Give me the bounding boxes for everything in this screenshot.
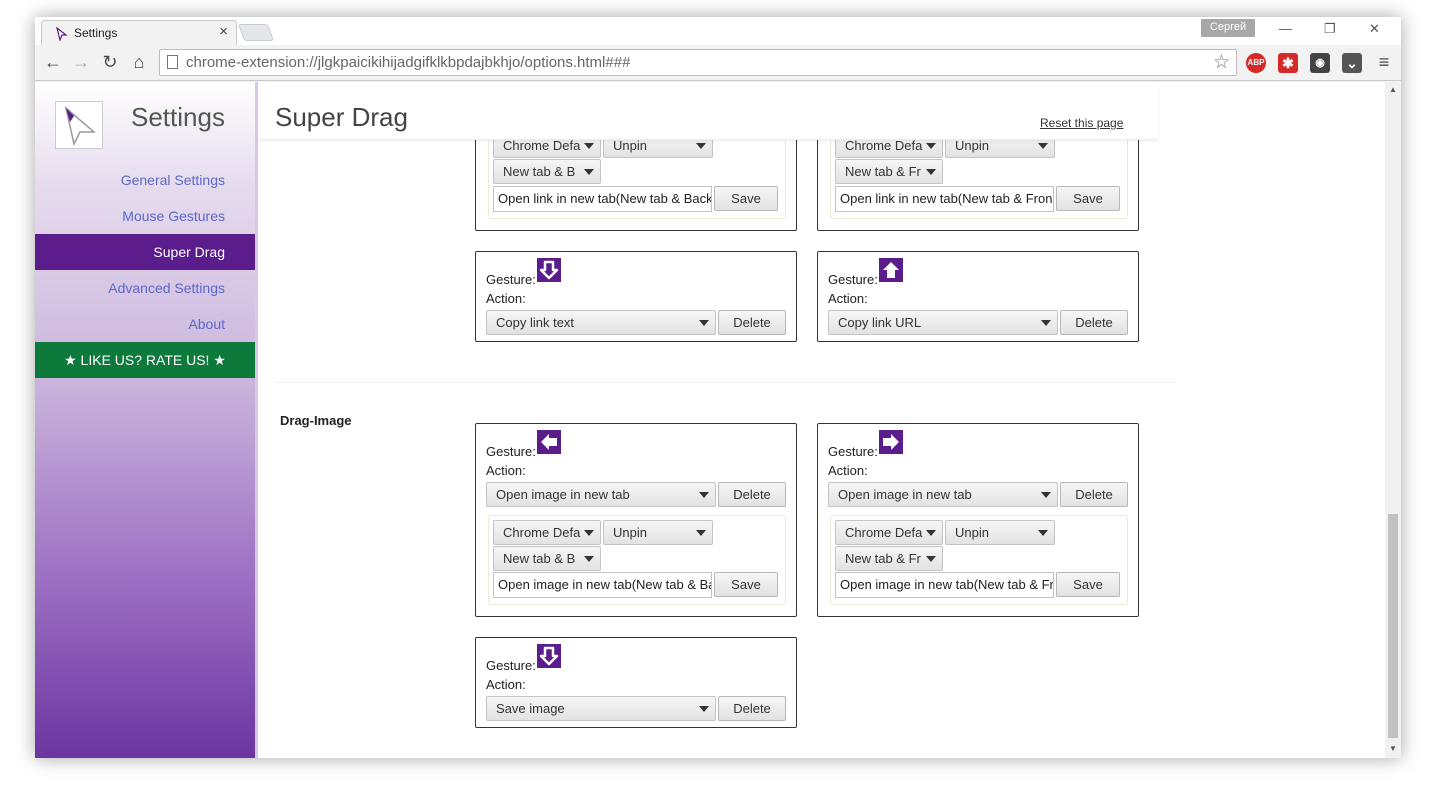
action-select[interactable]: Open image in new tab xyxy=(486,482,716,507)
arrow-right-icon xyxy=(879,430,903,454)
action-select[interactable]: Save image xyxy=(486,696,716,721)
incognito-extension-icon[interactable]: ◉ xyxy=(1310,53,1330,73)
delete-button[interactable]: Delete xyxy=(718,310,786,335)
gesture-card-image-down: Gesture: Action: Save image Delete xyxy=(475,637,797,728)
save-button[interactable]: Save xyxy=(714,572,778,597)
bookmark-star-icon[interactable]: ☆ xyxy=(1213,51,1230,74)
browser-select[interactable]: Chrome Defa xyxy=(493,520,601,545)
chrome-menu-icon[interactable]: ≡ xyxy=(1374,52,1394,72)
sidebar-item-mouse-gestures[interactable]: Mouse Gestures xyxy=(35,198,255,234)
action-select[interactable]: Copy link URL xyxy=(828,310,1058,335)
arrow-left-icon xyxy=(537,430,561,454)
tab-title: Settings xyxy=(74,26,118,40)
lastpass-icon[interactable]: ✱ xyxy=(1278,53,1298,73)
gesture-label: Gesture: xyxy=(486,272,536,287)
page-title: Super Drag xyxy=(275,102,408,132)
gesture-card-image-right: Gesture: Action: Open image in new tab D… xyxy=(817,423,1139,617)
arrow-down-icon xyxy=(537,644,561,668)
cursor-icon xyxy=(56,27,68,41)
main-content: Super Drag Reset this page Chrome Defa U… xyxy=(255,82,1385,758)
arrow-up-icon xyxy=(879,258,903,282)
home-icon[interactable]: ⌂ xyxy=(129,52,149,72)
action-label: Action: xyxy=(828,463,868,478)
gesture-label: Gesture: xyxy=(486,444,536,459)
page-icon xyxy=(167,55,178,69)
tab-mode-select[interactable]: New tab & B xyxy=(493,546,601,571)
sidebar-item-advanced-settings[interactable]: Advanced Settings xyxy=(35,270,255,306)
delete-button[interactable]: Delete xyxy=(718,696,786,721)
page-header: Super Drag Reset this page xyxy=(258,82,1158,140)
gesture-card-link-down: Gesture: Action: Copy link text Delete xyxy=(475,251,797,342)
extension-logo xyxy=(55,101,103,149)
sidebar-title: Settings xyxy=(131,102,225,132)
tab-close-icon[interactable]: × xyxy=(219,23,228,40)
browser-toolbar: ← → ↻ ⌂ chrome-extension://jlgkpaicikihi… xyxy=(35,45,1401,81)
save-button[interactable]: Save xyxy=(714,186,778,211)
delete-button[interactable]: Delete xyxy=(718,482,786,507)
custom-action-panel: Chrome Defa Unpin New tab & Fr Open imag… xyxy=(830,515,1128,605)
action-label: Action: xyxy=(828,291,868,306)
gesture-card-link-up: Gesture: Action: Copy link URL Delete xyxy=(817,251,1139,342)
save-button[interactable]: Save xyxy=(1056,186,1120,211)
back-icon[interactable]: ← xyxy=(43,52,63,72)
pin-select[interactable]: Unpin xyxy=(603,520,713,545)
scroll-down-icon[interactable]: ▼ xyxy=(1389,744,1397,753)
delete-button[interactable]: Delete xyxy=(1060,482,1128,507)
arrow-down-icon xyxy=(537,258,561,282)
action-name-input[interactable]: Open link in new tab(New tab & Fron xyxy=(835,186,1054,212)
scrollbar-thumb[interactable] xyxy=(1388,514,1398,738)
browser-select[interactable]: Chrome Defa xyxy=(835,520,943,545)
save-button[interactable]: Save xyxy=(1056,572,1120,597)
forward-icon[interactable]: → xyxy=(71,52,91,72)
minimize-icon[interactable]: — xyxy=(1279,21,1292,36)
cursor-logo-icon xyxy=(64,105,97,147)
browser-tab[interactable]: Settings × xyxy=(41,20,237,45)
tab-mode-select[interactable]: New tab & B xyxy=(493,159,601,184)
reload-icon[interactable]: ↻ xyxy=(100,52,120,72)
url-text[interactable]: chrome-extension://jlgkpaicikihijadgifkl… xyxy=(186,54,630,71)
action-name-input[interactable]: Open link in new tab(New tab & Back xyxy=(493,186,712,212)
user-profile-badge[interactable]: Сергей xyxy=(1201,19,1255,37)
scroll-up-icon[interactable]: ▲ xyxy=(1389,85,1397,94)
vertical-scrollbar[interactable]: ▲ ▼ xyxy=(1385,82,1401,758)
window-close-icon[interactable]: ✕ xyxy=(1369,21,1380,37)
address-bar[interactable]: chrome-extension://jlgkpaicikihijadgifkl… xyxy=(159,49,1237,76)
sidebar-item-about[interactable]: About xyxy=(35,306,255,342)
settings-sidebar: Settings General Settings Mouse Gestures… xyxy=(35,82,255,758)
sidebar-item-super-drag[interactable]: Super Drag xyxy=(35,234,255,270)
action-label: Action: xyxy=(486,463,526,478)
gesture-label: Gesture: xyxy=(828,272,878,287)
delete-button[interactable]: Delete xyxy=(1060,310,1128,335)
gesture-label: Gesture: xyxy=(828,444,878,459)
restore-icon[interactable]: ❐ xyxy=(1324,21,1336,37)
pocket-icon[interactable]: ⌄ xyxy=(1342,53,1362,73)
gesture-card-image-left: Gesture: Action: Open image in new tab D… xyxy=(475,423,797,617)
action-select[interactable]: Open image in new tab xyxy=(828,482,1058,507)
new-tab-button[interactable] xyxy=(237,24,275,41)
action-name-input[interactable]: Open image in new tab(New tab & Ba xyxy=(493,572,712,598)
sidebar-item-general-settings[interactable]: General Settings xyxy=(35,162,255,198)
action-label: Action: xyxy=(486,677,526,692)
adblock-plus-icon[interactable]: ABP xyxy=(1246,53,1266,73)
pin-select[interactable]: Unpin xyxy=(945,520,1055,545)
browser-window: Settings × Сергей — ❐ ✕ ← → ↻ ⌂ chrome-e… xyxy=(35,17,1401,758)
tab-mode-select[interactable]: New tab & Fr xyxy=(835,159,943,184)
tab-mode-select[interactable]: New tab & Fr xyxy=(835,546,943,571)
action-label: Action: xyxy=(486,291,526,306)
section-label-drag-image: Drag-Image xyxy=(280,413,352,428)
custom-action-panel: Chrome Defa Unpin New tab & B Open image… xyxy=(488,515,786,605)
rate-us-button[interactable]: ★ LIKE US? RATE US! ★ xyxy=(35,342,255,378)
gesture-label: Gesture: xyxy=(486,658,536,673)
action-select[interactable]: Copy link text xyxy=(486,310,716,335)
section-divider xyxy=(275,382,1175,383)
tab-strip: Settings × Сергей — ❐ ✕ xyxy=(35,17,1401,45)
action-name-input[interactable]: Open image in new tab(New tab & Fr xyxy=(835,572,1054,598)
reset-page-link[interactable]: Reset this page xyxy=(1040,116,1123,130)
